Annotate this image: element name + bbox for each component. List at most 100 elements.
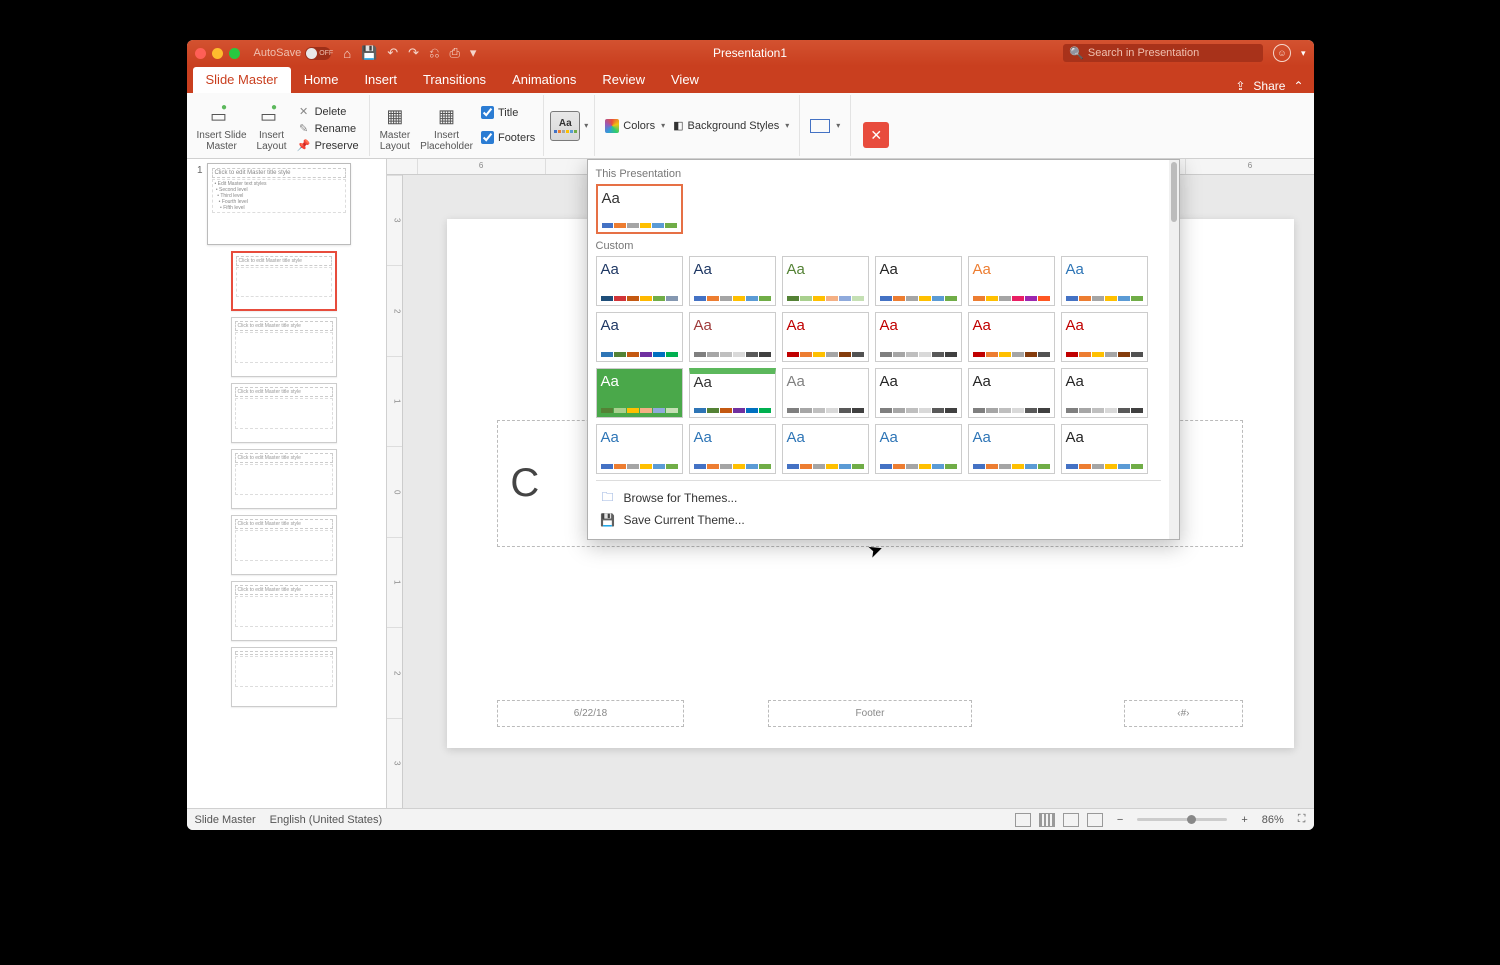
theme-swatch[interactable]: Aa <box>596 368 683 418</box>
tab-insert[interactable]: Insert <box>351 67 410 93</box>
layout-thumbnail[interactable]: Click to edit Master title style <box>231 251 337 311</box>
footers-checkbox[interactable]: Footers <box>479 129 537 146</box>
tab-slide-master[interactable]: Slide Master <box>193 67 291 93</box>
qat-more-icon[interactable]: ▾ <box>470 45 477 61</box>
colors-icon <box>605 119 619 133</box>
browse-themes-button[interactable]: 🗀 Browse for Themes... <box>596 487 1161 509</box>
theme-swatch[interactable]: Aa <box>782 312 869 362</box>
feedback-icon[interactable]: ☺ <box>1273 44 1291 62</box>
slide-canvas-area: 6420246 3210123 C 6/22/18 Footer ‹#› Thi… <box>387 159 1314 808</box>
collapse-ribbon-icon[interactable]: ⌃ <box>1293 79 1303 93</box>
theme-swatch[interactable]: Aa <box>689 256 776 306</box>
theme-swatch[interactable]: Aa <box>596 184 683 234</box>
theme-swatch[interactable]: Aa <box>782 424 869 474</box>
zoom-slider[interactable] <box>1137 818 1227 821</box>
delete-button[interactable]: ✕Delete <box>293 104 363 119</box>
layout-thumbnail[interactable] <box>231 647 337 707</box>
theme-swatch[interactable]: Aa <box>782 256 869 306</box>
theme-swatch[interactable]: Aa <box>782 368 869 418</box>
zoom-in-button[interactable]: + <box>1241 814 1247 826</box>
redo-icon[interactable]: ↷ <box>408 45 419 61</box>
title-checkbox[interactable]: Title <box>479 104 537 121</box>
master-layout-button[interactable]: ▦ Master Layout <box>376 104 415 154</box>
feedback-caret-icon[interactable]: ▾ <box>1301 48 1306 59</box>
close-window-button[interactable] <box>195 48 206 59</box>
autosave-toggle[interactable]: AutoSave OFF <box>254 47 332 60</box>
theme-swatch[interactable]: Aa <box>1061 256 1148 306</box>
slide-thumbnails-panel[interactable]: 1 Click to edit Master title style • Edi… <box>187 159 387 808</box>
share-button[interactable]: Share <box>1253 79 1285 93</box>
layout-thumbnail[interactable]: Click to edit Master title style <box>231 449 337 509</box>
theme-swatch[interactable]: Aa <box>968 424 1055 474</box>
status-language[interactable]: English (United States) <box>270 814 383 826</box>
reading-view-button[interactable] <box>1063 813 1079 827</box>
theme-swatch[interactable]: Aa <box>689 424 776 474</box>
close-master-view-button[interactable]: ✕ <box>863 122 889 148</box>
theme-swatch[interactable]: Aa <box>968 256 1055 306</box>
share-icon: ⇪ <box>1235 79 1245 93</box>
layout-thumbnail[interactable]: Click to edit Master title style <box>231 581 337 641</box>
theme-swatch[interactable]: Aa <box>1061 424 1148 474</box>
slide-size-button[interactable]: ▾ <box>806 117 844 135</box>
repeat-icon[interactable]: ⎌ <box>429 45 439 61</box>
print-icon[interactable]: ⎙ <box>449 45 459 61</box>
sorter-view-button[interactable] <box>1039 813 1055 827</box>
slide-size-icon <box>810 119 830 133</box>
theme-swatch[interactable]: Aa <box>596 424 683 474</box>
tab-home[interactable]: Home <box>291 67 352 93</box>
insert-placeholder-button[interactable]: ▦ Insert Placeholder <box>416 104 477 154</box>
fit-to-window-button[interactable]: ⛶ <box>1298 813 1306 826</box>
theme-swatch[interactable]: Aa <box>689 312 776 362</box>
search-box[interactable]: 🔍 <box>1063 44 1263 62</box>
theme-swatch[interactable]: Aa <box>968 368 1055 418</box>
theme-swatch[interactable]: Aa <box>1061 368 1148 418</box>
slideshow-view-button[interactable] <box>1087 813 1103 827</box>
theme-swatch[interactable]: Aa <box>875 312 962 362</box>
save-icon[interactable]: 💾 <box>361 45 377 61</box>
maximize-window-button[interactable] <box>229 48 240 59</box>
theme-swatch[interactable]: Aa <box>875 368 962 418</box>
rename-button[interactable]: ✎Rename <box>293 121 363 136</box>
insert-slide-master-button[interactable]: ▭● Insert Slide Master <box>193 104 251 154</box>
layout-thumbnail[interactable]: Click to edit Master title style <box>231 317 337 377</box>
folder-icon: 🗀 <box>600 491 616 505</box>
layout-thumbnail[interactable]: Click to edit Master title style <box>231 515 337 575</box>
background-styles-dropdown[interactable]: ◧ Background Styles▾ <box>669 117 793 134</box>
themes-dropdown-button[interactable]: Aa <box>550 111 580 141</box>
preserve-button[interactable]: 📌Preserve <box>293 138 363 153</box>
zoom-percentage[interactable]: 86% <box>1262 814 1284 826</box>
preserve-icon: 📌 <box>297 139 311 152</box>
gallery-scrollbar[interactable] <box>1169 160 1179 539</box>
colors-dropdown[interactable]: Colors▾ <box>601 117 669 135</box>
minimize-window-button[interactable] <box>212 48 223 59</box>
undo-icon[interactable]: ↶ <box>387 45 398 61</box>
document-title: Presentation1 <box>713 46 787 60</box>
background-icon: ◧ <box>673 119 683 132</box>
tab-transitions[interactable]: Transitions <box>410 67 499 93</box>
tab-view[interactable]: View <box>658 67 712 93</box>
date-placeholder[interactable]: 6/22/18 <box>497 700 683 726</box>
theme-swatch[interactable]: Aa <box>875 424 962 474</box>
search-input[interactable] <box>1088 47 1257 59</box>
themes-caret-icon[interactable]: ▾ <box>584 121 588 130</box>
slide-number-placeholder[interactable]: ‹#› <box>1124 700 1243 726</box>
theme-swatch[interactable]: Aa <box>1061 312 1148 362</box>
theme-swatch[interactable]: Aa <box>968 312 1055 362</box>
themes-gallery-popup: This Presentation Aa Custom AaAaAaAaAaAa… <box>587 159 1180 540</box>
save-current-theme-button[interactable]: 💾 Save Current Theme... <box>596 509 1161 531</box>
save-theme-icon: 💾 <box>600 513 616 527</box>
theme-swatch[interactable]: Aa <box>875 256 962 306</box>
insert-layout-button[interactable]: ▭● Insert Layout <box>253 104 291 154</box>
tab-animations[interactable]: Animations <box>499 67 589 93</box>
theme-swatch[interactable]: Aa <box>596 312 683 362</box>
layout-thumbnail[interactable]: Click to edit Master title style <box>231 383 337 443</box>
search-icon: 🔍 <box>1069 46 1084 60</box>
zoom-out-button[interactable]: − <box>1117 814 1123 826</box>
master-thumbnail[interactable]: Click to edit Master title style • Edit … <box>207 163 351 245</box>
theme-swatch[interactable]: Aa <box>689 368 776 418</box>
theme-swatch[interactable]: Aa <box>596 256 683 306</box>
tab-review[interactable]: Review <box>589 67 658 93</box>
footer-placeholder[interactable]: Footer <box>768 700 971 726</box>
normal-view-button[interactable] <box>1015 813 1031 827</box>
home-icon[interactable]: ⌂ <box>343 46 351 61</box>
